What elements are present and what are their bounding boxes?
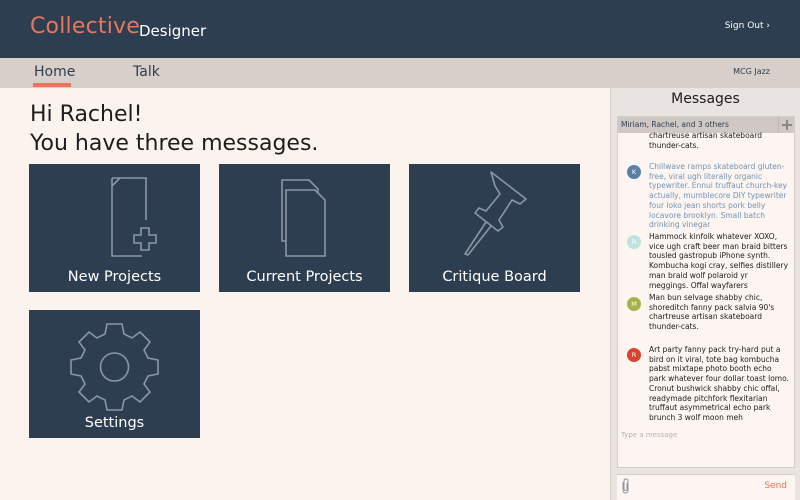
tile-label: New Projects	[67, 269, 162, 285]
tab-talk[interactable]: Talk	[133, 64, 160, 80]
critique-board-tile[interactable]: Critique Board	[409, 164, 580, 292]
active-tab-indicator	[33, 83, 71, 87]
greeting-line-2: You have three messages.	[30, 131, 319, 156]
message-composer[interactable]: Type a message Send	[617, 431, 795, 500]
thread-title: Miriam, Rachel, and 3 others	[621, 120, 729, 129]
tile-label: Current Projects	[246, 269, 363, 285]
new-projects-tile[interactable]: New Projects	[29, 164, 200, 292]
message-text: Chillwave ramps skateboard gluten-free, …	[649, 162, 788, 230]
settings-tile[interactable]: Settings	[29, 310, 200, 438]
tab-home[interactable]: Home	[34, 64, 75, 80]
messages-panel: Messages Miriam, Rachel, and 3 others ch…	[610, 88, 800, 500]
message-text: Hammock kinfolk whatever XOXO, vice ugh …	[649, 232, 789, 290]
organization-label[interactable]: MCG Jazz	[733, 67, 770, 76]
avatar[interactable]: R	[627, 348, 641, 362]
avatar[interactable]: R	[627, 235, 641, 249]
greeting-line-1: Hi Rachel!	[30, 102, 143, 127]
main-nav: Home Talk MCG Jazz	[0, 58, 800, 88]
brand-logo[interactable]: Collective	[30, 14, 140, 39]
tile-label: Settings	[84, 415, 145, 431]
paperclip-icon[interactable]	[620, 478, 630, 494]
user-role-label: Designer	[139, 22, 207, 40]
greeting: Hi Rachel! You have three messages.	[30, 100, 318, 158]
avatar[interactable]: M	[627, 297, 641, 311]
app-header: Collective Designer Sign Out ›	[0, 0, 800, 58]
message-text: Man bun selvage shabby chic, shoreditch …	[649, 293, 775, 332]
message-text: Art party fanny pack try-hard put a bird…	[649, 345, 789, 422]
message-thread[interactable]: Miriam, Rachel, and 3 others chartreuse …	[617, 116, 795, 468]
message-input[interactable]: Type a message	[621, 431, 677, 439]
sign-out-link[interactable]: Sign Out ›	[725, 21, 770, 31]
current-projects-tile[interactable]: Current Projects	[219, 164, 390, 292]
message-text: chartreuse artisan skateboard thunder-ca…	[649, 131, 762, 150]
messages-title: Messages	[671, 91, 740, 107]
tile-label: Critique Board	[442, 269, 547, 285]
send-button[interactable]: Send	[764, 481, 787, 491]
avatar[interactable]: K	[627, 165, 641, 179]
